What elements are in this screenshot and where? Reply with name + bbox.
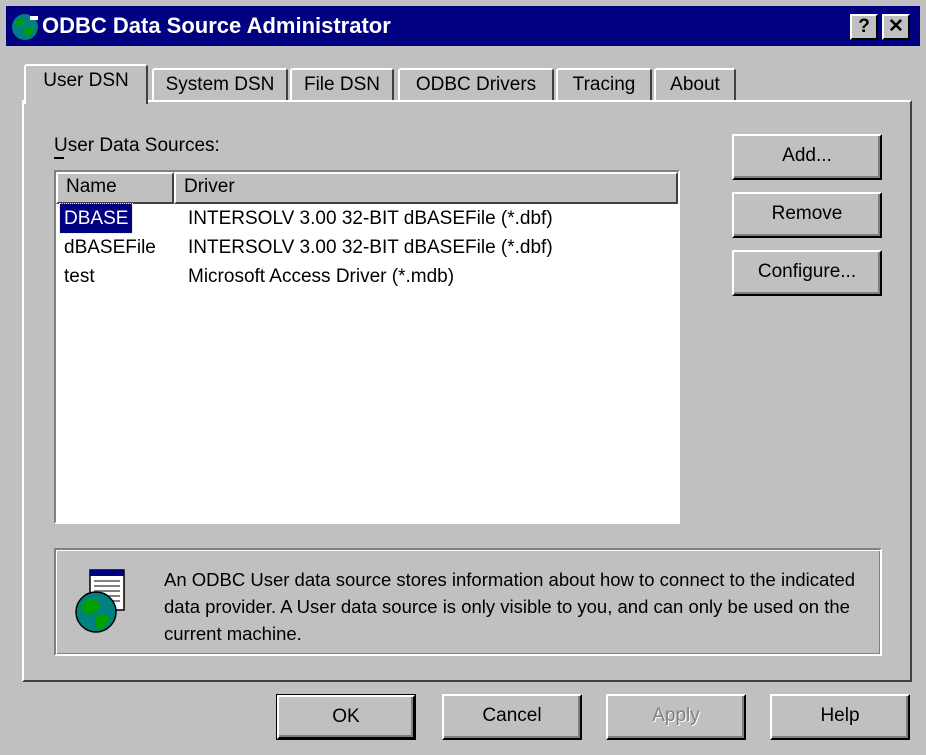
data-sources-list[interactable]: Name Driver DBASE INTERSOLV 3.00 32-BIT … bbox=[54, 170, 680, 524]
tab-label: System DSN bbox=[165, 74, 275, 95]
tab-odbc-drivers[interactable]: ODBC Drivers bbox=[398, 68, 554, 102]
help-button[interactable]: Help bbox=[770, 694, 910, 740]
title-bar[interactable]: ODBC Data Source Administrator ? ✕ bbox=[6, 6, 920, 46]
close-button[interactable]: ✕ bbox=[882, 14, 910, 40]
tab-label: User DSN bbox=[43, 70, 129, 91]
tab-user-dsn[interactable]: User DSN bbox=[24, 64, 148, 104]
tab-label: About bbox=[670, 74, 720, 95]
globe-icon[interactable] bbox=[10, 12, 40, 42]
tab-label: File DSN bbox=[303, 74, 380, 95]
list-item-name[interactable]: DBASE bbox=[58, 203, 134, 234]
info-text: An ODBC User data source stores informat… bbox=[164, 569, 856, 644]
tab-about[interactable]: About bbox=[654, 68, 736, 102]
tab-system-dsn[interactable]: System DSN bbox=[152, 68, 288, 102]
tab-tracing[interactable]: Tracing bbox=[556, 68, 652, 102]
window-title: ODBC Data Source Administrator bbox=[42, 13, 391, 38]
list-item-driver[interactable]: INTERSOLV 3.00 32-BIT dBASEFile (*.dbf) bbox=[188, 233, 553, 262]
column-header-name[interactable]: Name bbox=[56, 172, 174, 204]
mnemonic-underline bbox=[54, 157, 64, 159]
add-button[interactable]: Add... bbox=[732, 134, 882, 180]
configure-button[interactable]: Configure... bbox=[732, 250, 882, 296]
user-data-sources-label: User Data Sources: bbox=[54, 135, 220, 156]
apply-button[interactable]: Apply bbox=[606, 694, 746, 740]
list-item-driver[interactable]: Microsoft Access Driver (*.mdb) bbox=[188, 262, 454, 291]
remove-button[interactable]: Remove bbox=[732, 192, 882, 238]
tab-file-dsn[interactable]: File DSN bbox=[290, 68, 394, 102]
tab-label: ODBC Drivers bbox=[415, 74, 537, 95]
list-item-driver[interactable]: INTERSOLV 3.00 32-BIT dBASEFile (*.dbf) bbox=[188, 204, 553, 233]
list-item-name[interactable]: dBASEFile bbox=[64, 233, 156, 262]
column-header-driver[interactable]: Driver bbox=[174, 172, 678, 204]
globe-datasource-icon bbox=[72, 568, 136, 638]
list-item-name[interactable]: test bbox=[64, 262, 95, 291]
ok-button[interactable]: OK bbox=[276, 694, 416, 740]
tab-label: Tracing bbox=[572, 74, 636, 95]
cancel-button[interactable]: Cancel bbox=[442, 694, 582, 740]
help-title-button[interactable]: ? bbox=[850, 14, 878, 40]
info-box: An ODBC User data source stores informat… bbox=[54, 548, 882, 656]
